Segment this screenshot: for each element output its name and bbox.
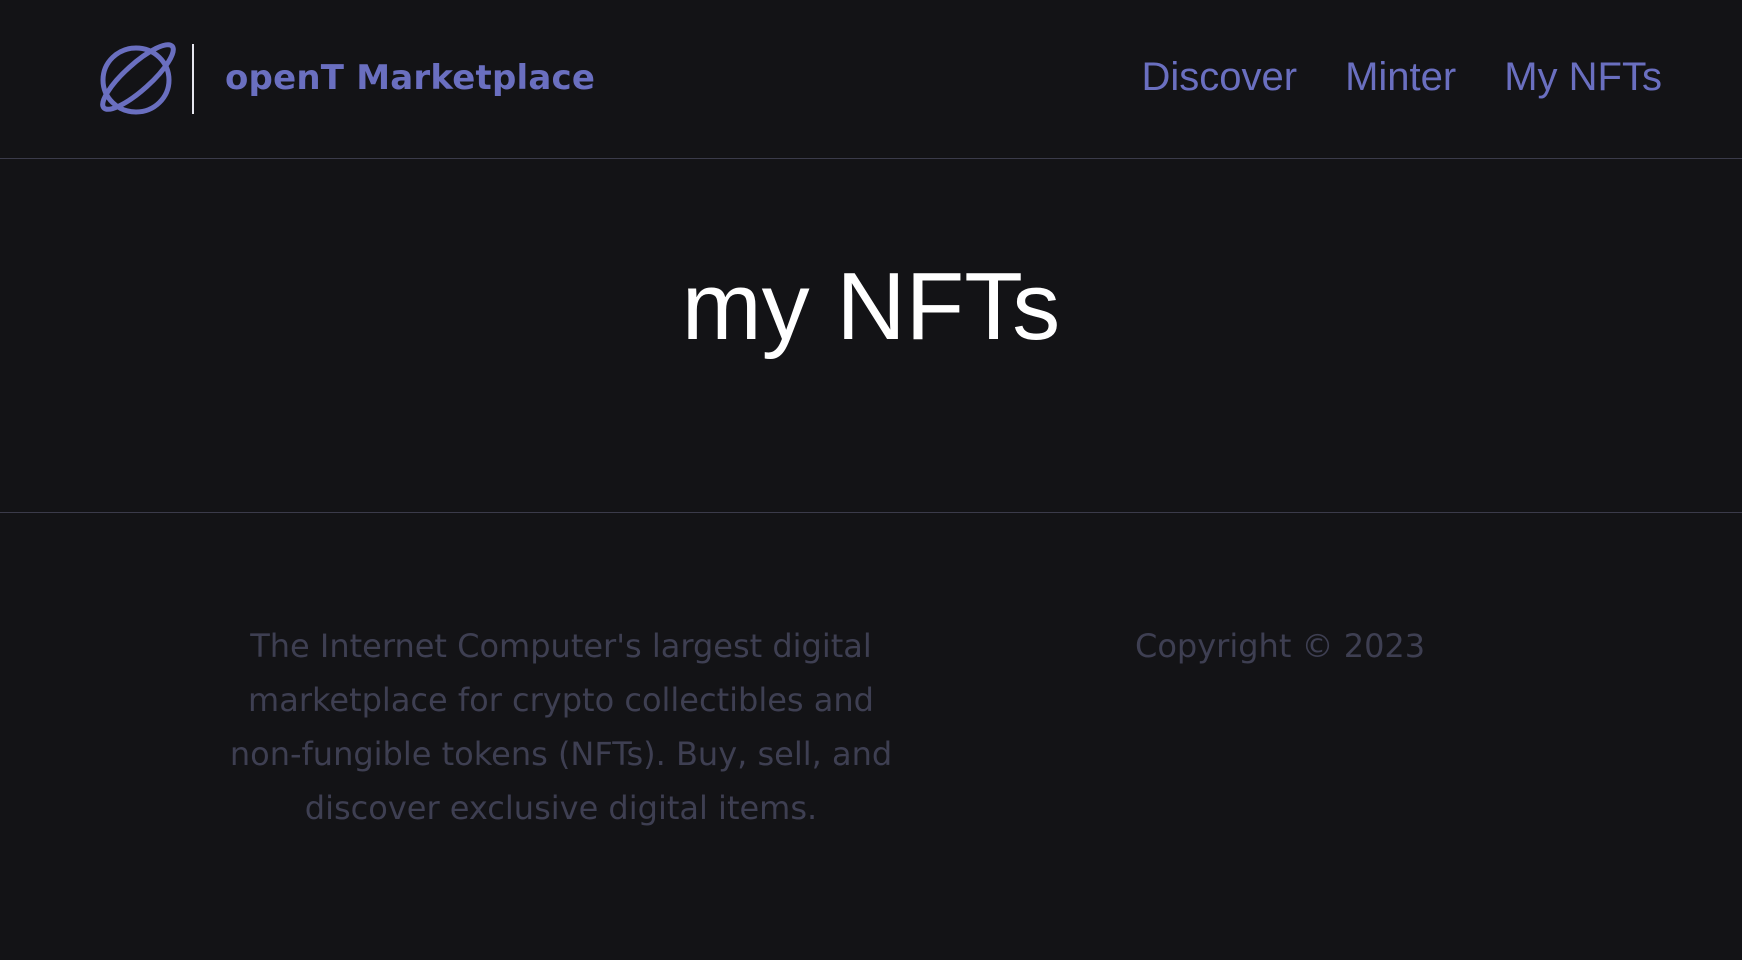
page-title: my NFTs [681, 253, 1061, 360]
logo-divider [192, 44, 194, 114]
nav-link-discover[interactable]: Discover [1142, 55, 1298, 100]
footer-description: The Internet Computer's largest digital … [229, 627, 893, 827]
copyright-text: Copyright © 2023 [1135, 627, 1426, 665]
nav-link-minter[interactable]: Minter [1345, 55, 1456, 100]
main-nav: Discover Minter My NFTs [1142, 55, 1663, 100]
brand-name[interactable]: openT Marketplace [225, 58, 595, 98]
site-footer: The Internet Computer's largest digital … [0, 513, 1742, 960]
site-header: openT Marketplace Discover Minter My NFT… [0, 0, 1742, 159]
planet-icon[interactable] [96, 36, 180, 118]
page-hero: my NFTs [0, 159, 1742, 513]
nav-link-my-nfts[interactable]: My NFTs [1504, 55, 1662, 100]
